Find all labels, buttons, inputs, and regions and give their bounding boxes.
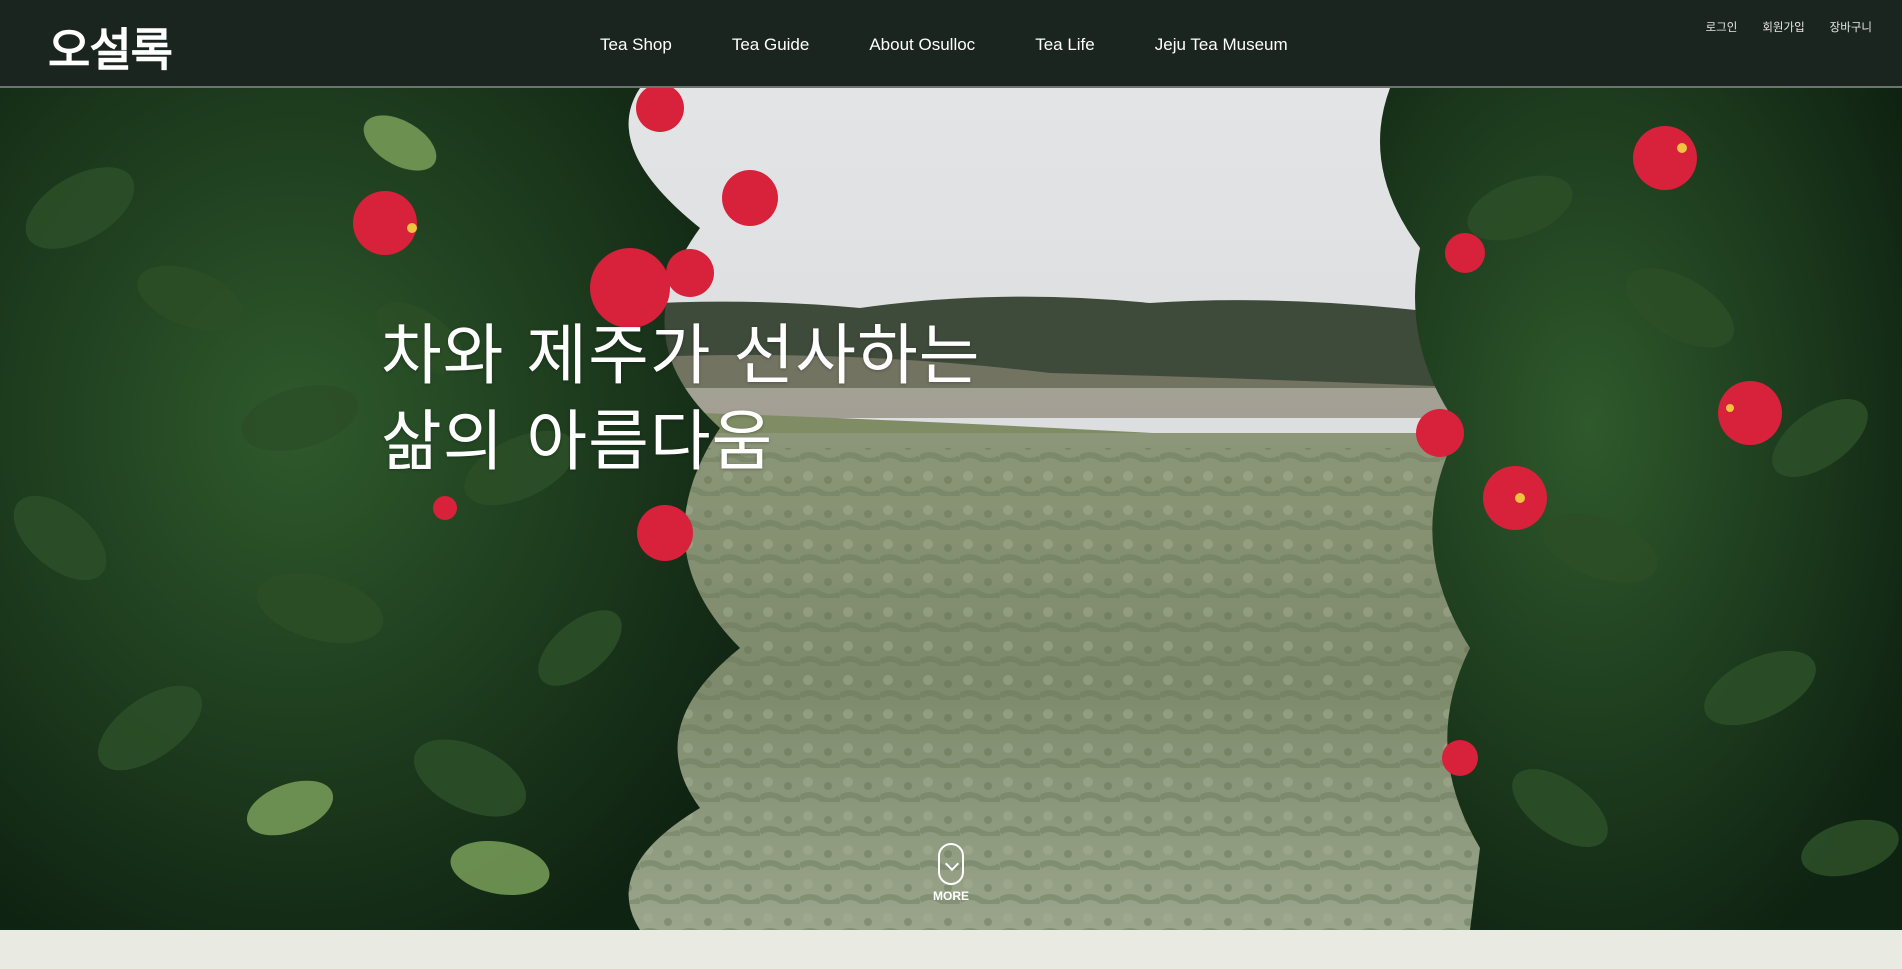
nav-about-osulloc[interactable]: About Osulloc <box>869 35 975 55</box>
nav-jeju-tea-museum[interactable]: Jeju Tea Museum <box>1155 35 1288 55</box>
more-label: MORE <box>933 889 969 903</box>
utility-links: 로그인 회원가입 장바구니 <box>1681 19 1872 35</box>
nav-tea-life[interactable]: Tea Life <box>1035 35 1095 55</box>
login-link[interactable]: 로그인 <box>1706 19 1738 35</box>
hero-background-image <box>0 88 1902 930</box>
next-section-top <box>0 930 1902 969</box>
hero-headline-line1: 차와 제주가 선사하는 <box>381 317 981 394</box>
osulloc-logo[interactable]: 오설록 <box>48 14 173 80</box>
more-button[interactable]: MORE <box>920 843 982 903</box>
main-nav: Tea Shop Tea Guide About Osulloc Tea Lif… <box>600 35 1348 55</box>
hero-headline-line2: 삶의 아름다움 <box>381 403 774 480</box>
scroll-down-icon <box>938 843 964 885</box>
hero-banner: 차와 제주가 선사하는 삶의 아름다움 MORE <box>0 88 1902 930</box>
cart-link[interactable]: 장바구니 <box>1830 19 1872 35</box>
nav-tea-shop[interactable]: Tea Shop <box>600 35 672 55</box>
hero-headline: 차와 제주가 선사하는 삶의 아름다움 <box>381 313 980 485</box>
site-header: 오설록 Tea Shop Tea Guide About Osulloc Tea… <box>0 0 1902 88</box>
nav-tea-guide[interactable]: Tea Guide <box>732 35 810 55</box>
signup-link[interactable]: 회원가입 <box>1762 19 1804 35</box>
